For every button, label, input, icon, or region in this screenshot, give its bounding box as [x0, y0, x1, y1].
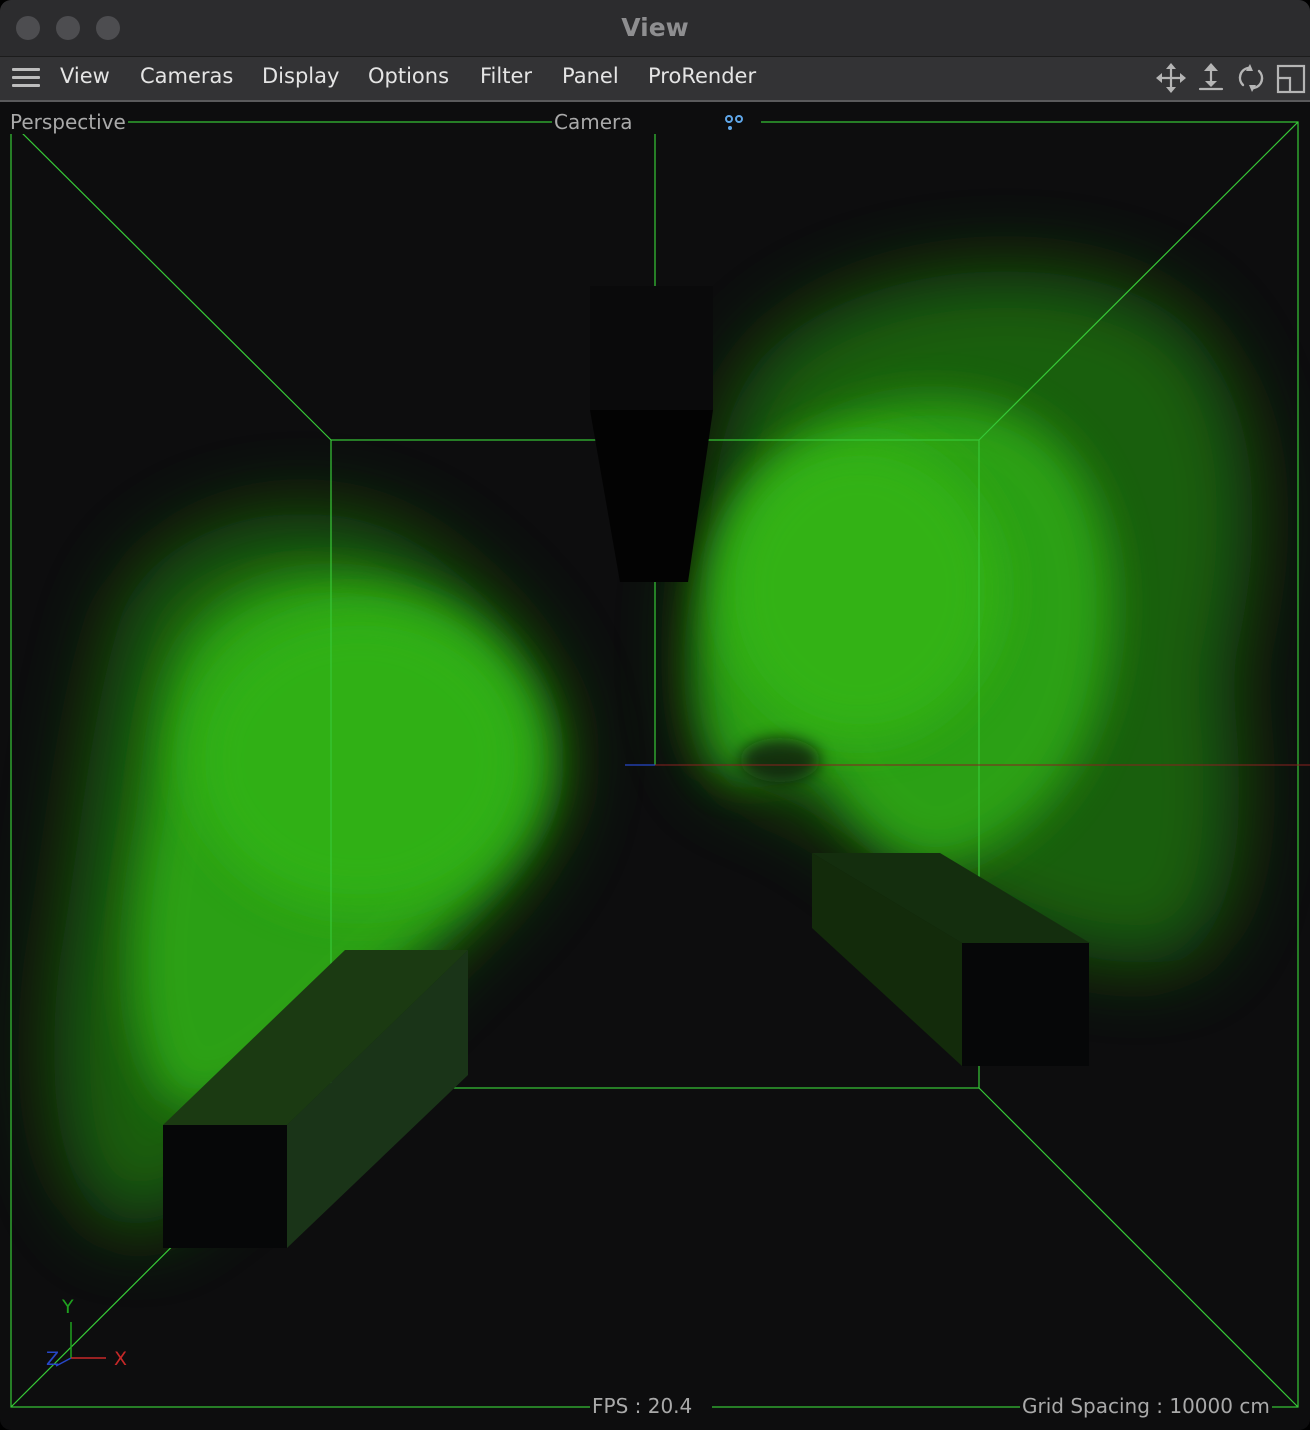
camera-link-icon[interactable]	[722, 112, 748, 134]
top-emitter-object[interactable]	[590, 286, 713, 582]
axis-gizmo	[55, 1322, 106, 1367]
axis-z-label: Z	[46, 1348, 60, 1370]
axis-y-label: Y	[62, 1296, 74, 1318]
perspective-viewport[interactable]: Perspective Camera Y Z X FPS : 20.4 Grid…	[0, 102, 1310, 1430]
menu-filter[interactable]: Filter	[480, 57, 532, 100]
fps-readout: FPS : 20.4	[590, 1394, 713, 1418]
grid-spacing-readout: Grid Spacing : 10000 cm	[1020, 1394, 1272, 1418]
menu-bar: View Cameras Display Options Filter Pane…	[0, 57, 1310, 102]
axis-x-label: X	[114, 1348, 128, 1370]
camera-name: Camera	[554, 110, 633, 134]
menu-prorender[interactable]: ProRender	[648, 57, 756, 100]
maximize-panel-icon[interactable]	[1274, 61, 1308, 95]
zoom-icon[interactable]	[1194, 61, 1228, 95]
title-bar: View	[0, 0, 1310, 57]
menu-view[interactable]: View	[60, 57, 110, 100]
view-window: View View Cameras Display Options Filter…	[0, 0, 1310, 1430]
menu-options[interactable]: Options	[368, 57, 449, 100]
menu-display[interactable]: Display	[262, 57, 339, 100]
hamburger-menu-icon[interactable]	[12, 67, 40, 89]
menu-panel[interactable]: Panel	[562, 57, 619, 100]
smoke-plume-right	[696, 270, 1253, 964]
rotate-icon[interactable]	[1234, 61, 1268, 95]
window-title: View	[621, 13, 689, 42]
move-icon[interactable]	[1154, 61, 1188, 95]
viewport-scene	[10, 121, 1310, 1408]
menu-cameras[interactable]: Cameras	[140, 57, 233, 100]
projection-label[interactable]: Perspective	[8, 110, 128, 134]
